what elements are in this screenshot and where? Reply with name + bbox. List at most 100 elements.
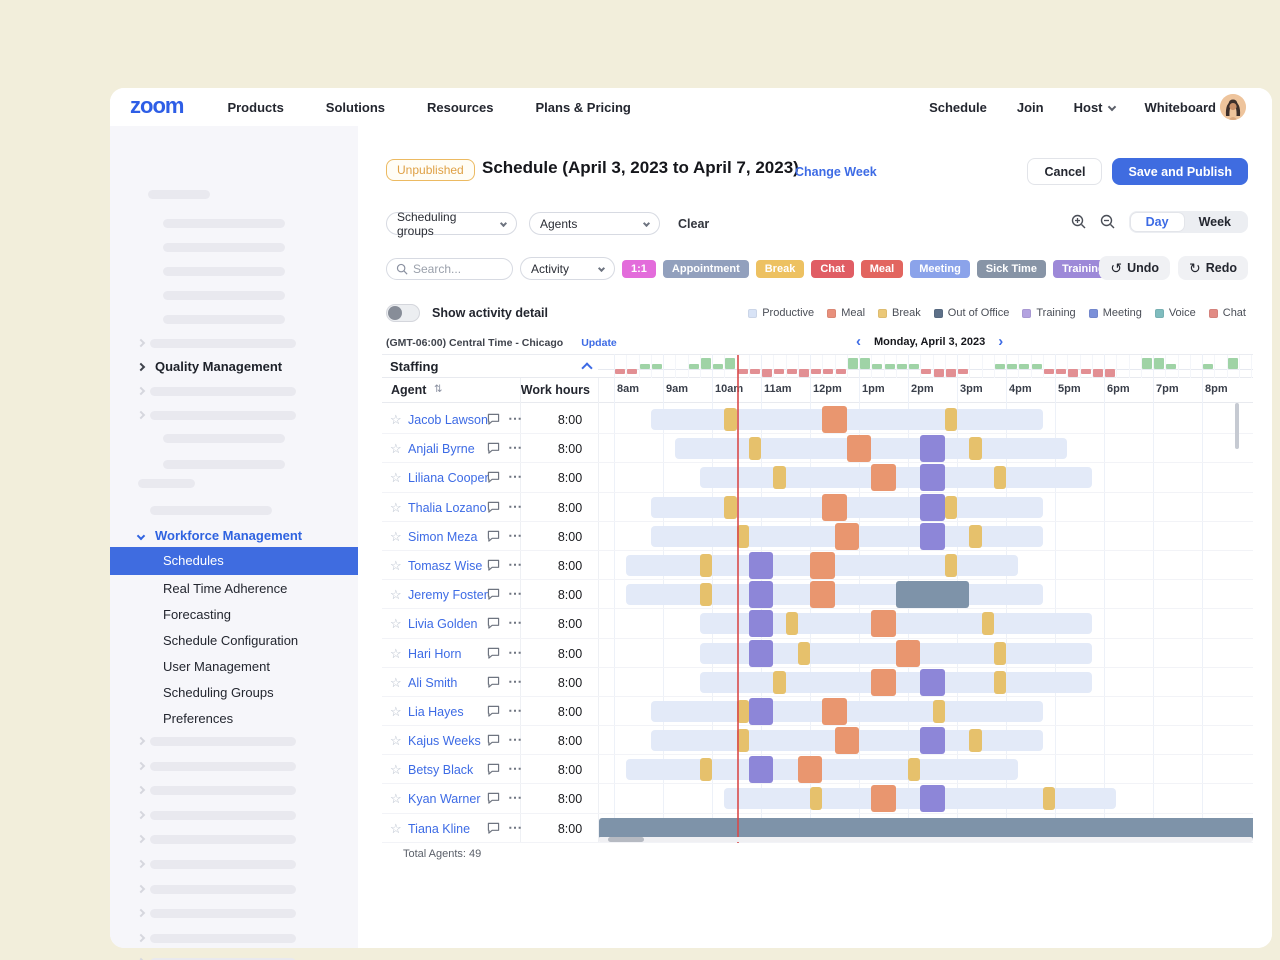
row-more-button[interactable]: ⋯: [508, 527, 523, 544]
favorite-star-icon[interactable]: ☆: [390, 646, 402, 662]
break-block[interactable]: [773, 671, 785, 694]
shift-bar[interactable]: [651, 701, 1043, 722]
scrollbar-thumb[interactable]: [608, 837, 644, 842]
break-block[interactable]: [994, 671, 1006, 694]
row-more-button[interactable]: ⋯: [508, 644, 523, 661]
agent-name-link[interactable]: Simon Meza: [408, 530, 477, 544]
agent-name-link[interactable]: Kyan Warner: [408, 792, 480, 806]
staffing-collapse-chevron[interactable]: [581, 362, 592, 373]
sidebar-item-schedule-configuration[interactable]: Schedule Configuration: [163, 628, 298, 654]
vertical-scrollbar[interactable]: [1235, 403, 1239, 449]
agent-name-link[interactable]: Jeremy Foster: [408, 588, 488, 602]
chat-icon[interactable]: [487, 617, 500, 629]
activity-select[interactable]: Activity: [520, 257, 615, 280]
meal-block[interactable]: [871, 669, 896, 696]
day-tab[interactable]: Day: [1131, 213, 1184, 231]
break-block[interactable]: [798, 642, 810, 665]
break-block[interactable]: [994, 642, 1006, 665]
meal-block[interactable]: [810, 552, 835, 579]
horizontal-scrollbar[interactable]: [598, 837, 1253, 842]
break-block[interactable]: [700, 583, 712, 606]
favorite-star-icon[interactable]: ☆: [390, 470, 402, 486]
agent-name-link[interactable]: Anjali Byrne: [408, 442, 475, 456]
meeting-block[interactable]: [920, 494, 945, 521]
break-block[interactable]: [945, 408, 957, 431]
break-block[interactable]: [933, 700, 945, 723]
row-more-button[interactable]: ⋯: [508, 585, 523, 602]
shift-bar[interactable]: [626, 759, 1018, 780]
scheduling-groups-select[interactable]: Scheduling groups: [386, 212, 517, 235]
shift-bar[interactable]: [700, 672, 1092, 693]
meeting-block[interactable]: [749, 552, 774, 579]
favorite-star-icon[interactable]: ☆: [390, 791, 402, 807]
break-block[interactable]: [724, 496, 736, 519]
previous-day-button[interactable]: ‹: [856, 334, 861, 349]
activity-chip-sick-time[interactable]: Sick Time: [977, 260, 1046, 278]
meeting-block[interactable]: [749, 640, 774, 667]
chat-icon[interactable]: [487, 763, 500, 775]
zoom-logo[interactable]: zoom: [130, 95, 183, 117]
shift-bar[interactable]: [651, 497, 1043, 518]
break-block[interactable]: [982, 612, 994, 635]
agent-name-link[interactable]: Ali Smith: [408, 676, 457, 690]
chat-icon[interactable]: [487, 705, 500, 717]
break-block[interactable]: [786, 612, 798, 635]
agent-name-link[interactable]: Thalia Lozano: [408, 501, 487, 515]
week-tab[interactable]: Week: [1184, 213, 1246, 231]
break-block[interactable]: [700, 758, 712, 781]
break-block[interactable]: [773, 466, 785, 489]
favorite-star-icon[interactable]: ☆: [390, 412, 402, 428]
nav-item-resources[interactable]: Resources: [427, 100, 493, 115]
search-input[interactable]: Search...: [386, 258, 513, 280]
break-block[interactable]: [1043, 787, 1055, 810]
row-more-button[interactable]: ⋯: [508, 819, 523, 836]
favorite-star-icon[interactable]: ☆: [390, 587, 402, 603]
sidebar-item-preferences[interactable]: Preferences: [163, 706, 233, 732]
ooo-block[interactable]: [896, 581, 970, 608]
nav-item-host[interactable]: Host: [1074, 100, 1115, 115]
meal-block[interactable]: [835, 523, 860, 550]
sidebar-item-real-time-adherence[interactable]: Real Time Adherence: [163, 576, 287, 602]
favorite-star-icon[interactable]: ☆: [390, 441, 402, 457]
meal-block[interactable]: [822, 406, 847, 433]
break-block[interactable]: [700, 554, 712, 577]
meal-block[interactable]: [822, 494, 847, 521]
chat-icon[interactable]: [487, 559, 500, 571]
meal-block[interactable]: [896, 640, 921, 667]
chat-icon[interactable]: [487, 442, 500, 454]
nav-item-join[interactable]: Join: [1017, 100, 1044, 115]
change-week-link[interactable]: Change Week: [795, 165, 877, 179]
chat-icon[interactable]: [487, 588, 500, 600]
redo-button[interactable]: ↻ Redo: [1178, 256, 1248, 280]
agent-name-link[interactable]: Lia Hayes: [408, 705, 464, 719]
sidebar-item-workforce-management[interactable]: Workforce Management: [138, 528, 302, 543]
shift-bar[interactable]: [651, 409, 1043, 430]
break-block[interactable]: [969, 525, 981, 548]
meeting-block[interactable]: [749, 756, 774, 783]
meeting-block[interactable]: [920, 669, 945, 696]
break-block[interactable]: [994, 466, 1006, 489]
agent-name-link[interactable]: Liliana Cooper: [408, 471, 489, 485]
row-more-button[interactable]: ⋯: [508, 702, 523, 719]
shift-bar[interactable]: [700, 467, 1092, 488]
nav-item-schedule[interactable]: Schedule: [929, 100, 987, 115]
meal-block[interactable]: [835, 727, 860, 754]
agent-name-link[interactable]: Betsy Black: [408, 763, 473, 777]
clear-filters-link[interactable]: Clear: [678, 217, 709, 231]
agent-name-link[interactable]: Jacob Lawson: [408, 413, 488, 427]
agent-name-link[interactable]: Kajus Weeks: [408, 734, 481, 748]
meeting-block[interactable]: [749, 581, 774, 608]
chat-icon[interactable]: [487, 822, 500, 834]
break-block[interactable]: [945, 554, 957, 577]
agent-name-link[interactable]: Tomasz Wise: [408, 559, 482, 573]
row-more-button[interactable]: ⋯: [508, 468, 523, 485]
meeting-block[interactable]: [920, 785, 945, 812]
chat-icon[interactable]: [487, 413, 500, 425]
sidebar-item-schedules[interactable]: Schedules: [110, 547, 358, 575]
break-block[interactable]: [969, 437, 981, 460]
favorite-star-icon[interactable]: ☆: [390, 500, 402, 516]
chat-icon[interactable]: [487, 676, 500, 688]
favorite-star-icon[interactable]: ☆: [390, 529, 402, 545]
row-more-button[interactable]: ⋯: [508, 789, 523, 806]
cancel-button[interactable]: Cancel: [1027, 158, 1102, 185]
